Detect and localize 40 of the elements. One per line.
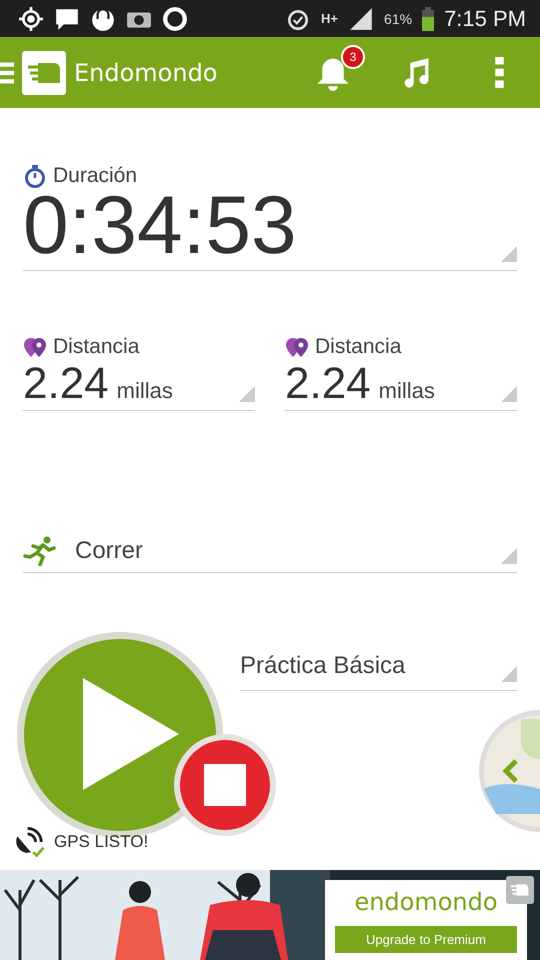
- logo-icon: [22, 50, 66, 95]
- workout-selector[interactable]: Práctica Básica: [240, 642, 517, 691]
- clock-time: 7:15 PM: [444, 6, 526, 32]
- gps-status: GPS LISTO!: [54, 832, 148, 852]
- corner-icon: [501, 548, 517, 564]
- field-label: Duración: [53, 164, 138, 188]
- duration-field[interactable]: Duración 0:34:53: [23, 164, 517, 271]
- notification-badge: 3: [341, 44, 365, 69]
- location-pin-icon: [285, 335, 309, 359]
- signal-icon: [348, 6, 374, 32]
- battery-icon: [422, 6, 434, 31]
- sport-value: Correr: [75, 536, 144, 564]
- location-icon: [18, 6, 44, 32]
- stopwatch-icon: [23, 164, 47, 188]
- more-icon[interactable]: [495, 56, 504, 89]
- sport-selector[interactable]: Correr: [23, 529, 517, 573]
- network-type: H+: [321, 11, 338, 26]
- battery-percent: 61%: [384, 10, 412, 27]
- map-button[interactable]: [476, 709, 540, 833]
- brand-logo: endomondo: [354, 888, 498, 916]
- logo-icon: [506, 876, 534, 904]
- distance-value: 2.24: [285, 359, 371, 409]
- distance-unit: millas: [378, 378, 435, 404]
- distance-field[interactable]: Distancia 2.24 millas: [23, 335, 255, 411]
- stop-button[interactable]: [173, 733, 277, 837]
- distance-unit: millas: [116, 378, 173, 404]
- location-pin-icon: [23, 335, 47, 359]
- app-title: Endomondo: [74, 58, 218, 87]
- corner-icon: [239, 386, 255, 402]
- workout-value: Práctica Básica: [240, 652, 406, 680]
- field-label: Distancia: [53, 335, 140, 359]
- runner-icon: [23, 536, 59, 566]
- corner-icon: [501, 666, 517, 682]
- distance-field[interactable]: Distancia 2.24 millas: [285, 335, 517, 411]
- duration-value: 0:34:53: [23, 186, 297, 266]
- corner-icon: [501, 386, 517, 402]
- field-label: Distancia: [315, 335, 402, 359]
- circle-icon: [162, 6, 188, 32]
- corner-icon: [501, 246, 517, 262]
- distance-value: 2.24: [23, 359, 109, 409]
